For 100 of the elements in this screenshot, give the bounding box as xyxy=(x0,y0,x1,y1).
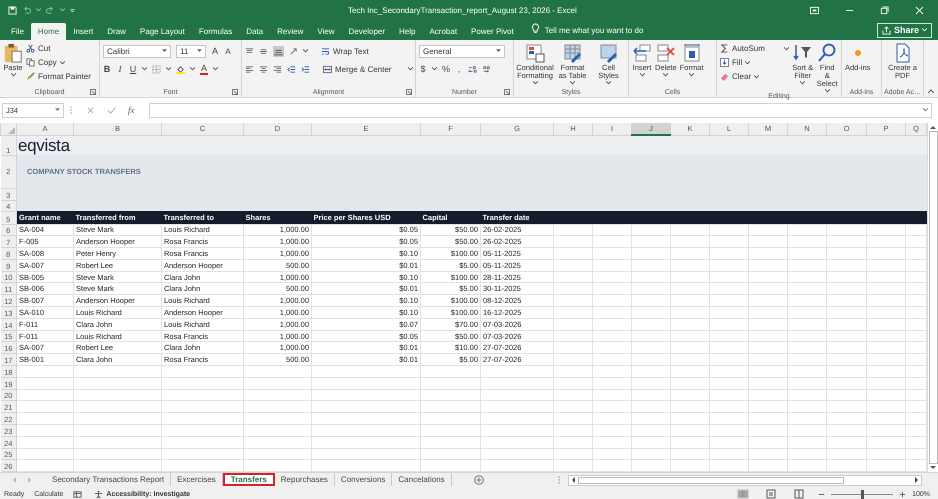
dialog-launcher-icon[interactable] xyxy=(504,89,510,95)
font-color-button[interactable]: A xyxy=(200,64,208,74)
caret-icon[interactable] xyxy=(142,67,147,71)
bold-button[interactable]: B xyxy=(103,64,111,74)
share-button[interactable]: Share xyxy=(876,22,932,38)
ribbon-tab[interactable]: Help xyxy=(392,23,422,40)
ribbon-tab[interactable]: Acrobat xyxy=(422,23,464,40)
ribbon-tab[interactable]: Page Layout xyxy=(132,23,192,40)
align-right-icon[interactable] xyxy=(273,64,282,74)
decrease-indent-icon[interactable] xyxy=(287,64,296,74)
vertical-scrollbar[interactable] xyxy=(927,123,938,472)
underline-button[interactable]: U xyxy=(129,64,137,74)
ribbon-tab[interactable]: Developer xyxy=(342,23,392,40)
wrap-text-button[interactable]: Wrap Text xyxy=(321,46,369,56)
collapse-ribbon-icon[interactable] xyxy=(928,89,934,93)
ribbon-tab[interactable]: Power Pivot xyxy=(464,23,521,40)
restore-icon[interactable] xyxy=(880,6,889,14)
increase-decimal-icon[interactable] xyxy=(468,64,478,74)
normal-view-icon[interactable] xyxy=(737,489,750,499)
ribbon-display-icon[interactable] xyxy=(810,6,819,14)
page-break-icon[interactable] xyxy=(793,489,806,499)
scroll-thumb[interactable] xyxy=(578,476,844,484)
sheet-tab[interactable]: Repurchases xyxy=(274,473,335,486)
font-name-dropdown[interactable]: Calibri xyxy=(103,44,171,58)
ribbon-tab[interactable]: File xyxy=(4,23,31,40)
format-cells-icon xyxy=(682,43,702,63)
ribbon-tab[interactable]: Home xyxy=(30,23,66,40)
caret-icon[interactable] xyxy=(303,49,308,53)
grip-icon[interactable] xyxy=(558,476,560,484)
fill-button[interactable]: Fill xyxy=(720,57,789,68)
ribbon-tab[interactable]: View xyxy=(310,23,342,40)
clear-button[interactable]: Clear xyxy=(720,71,789,82)
merge-center-button[interactable]: Merge & Center xyxy=(323,64,414,74)
percent-button[interactable]: % xyxy=(442,64,450,74)
scroll-down-icon[interactable] xyxy=(930,466,936,470)
format-painter-button[interactable]: Format Painter xyxy=(26,71,91,82)
copy-button[interactable]: Copy xyxy=(26,57,91,68)
sheet-tab[interactable]: Secondary Transactions Report xyxy=(46,473,172,486)
insert-function-button[interactable]: fx xyxy=(128,105,134,115)
close-icon[interactable] xyxy=(915,6,924,14)
expand-icon[interactable] xyxy=(923,108,928,112)
grow-font-button[interactable]: A xyxy=(211,46,219,56)
align-left-icon[interactable] xyxy=(245,64,254,74)
ribbon-tab[interactable]: Draw xyxy=(100,23,133,40)
align-center-icon[interactable] xyxy=(259,64,268,74)
align-top-icon[interactable] xyxy=(245,46,254,56)
number-format-dropdown[interactable]: General xyxy=(419,44,505,58)
redo-icon[interactable] xyxy=(46,6,55,14)
ribbon-tab[interactable]: Insert xyxy=(66,23,100,40)
caret-icon xyxy=(532,81,538,85)
caret-icon[interactable] xyxy=(213,67,218,71)
caret-icon xyxy=(162,49,167,53)
ribbon-tab[interactable]: Formulas xyxy=(192,23,240,40)
page-layout-icon[interactable] xyxy=(765,489,778,499)
align-bottom-icon[interactable] xyxy=(273,46,284,56)
ribbon-tab[interactable]: Data xyxy=(239,23,270,40)
fill-color-icon[interactable] xyxy=(176,64,185,74)
decrease-decimal-icon[interactable] xyxy=(482,64,492,74)
borders-icon[interactable] xyxy=(152,64,161,74)
comma-button[interactable]: , xyxy=(455,64,464,74)
ribbon-tab[interactable]: Review xyxy=(270,23,310,40)
scroll-right-icon[interactable] xyxy=(914,477,919,483)
formula-input[interactable] xyxy=(148,102,932,118)
customize-icon[interactable] xyxy=(70,8,75,12)
caret-icon[interactable] xyxy=(432,67,437,71)
italic-button[interactable]: I xyxy=(116,64,124,74)
font-size-dropdown[interactable]: 11 xyxy=(176,44,206,58)
scroll-up-icon[interactable] xyxy=(930,125,936,129)
logo: eqvista xyxy=(17,136,70,155)
increase-indent-icon[interactable] xyxy=(301,64,310,74)
sheet-tab[interactable]: Transfers xyxy=(222,473,275,486)
align-middle-icon[interactable] xyxy=(259,46,268,56)
caret-icon[interactable] xyxy=(190,67,195,71)
sheet-tab[interactable]: Conversions xyxy=(334,473,392,486)
save-icon[interactable] xyxy=(8,6,17,14)
dialog-launcher-icon[interactable] xyxy=(406,89,412,95)
down-arrow-icon xyxy=(720,58,729,67)
autosum-button[interactable]: AutoSum xyxy=(720,43,789,54)
zoom-in-icon[interactable] xyxy=(899,490,906,498)
scroll-thumb[interactable] xyxy=(928,131,938,464)
currency-button[interactable]: $ xyxy=(419,64,427,74)
search-field[interactable]: Tell me what you want to do xyxy=(544,26,644,34)
dialog-launcher-icon[interactable] xyxy=(90,89,96,95)
sheet-tab[interactable]: Cancelations xyxy=(392,473,452,486)
orientation-icon[interactable] xyxy=(289,46,298,56)
caret-icon[interactable] xyxy=(166,67,171,71)
dialog-launcher-icon[interactable] xyxy=(232,89,238,95)
cut-button[interactable]: Cut xyxy=(26,43,91,54)
undo-icon[interactable] xyxy=(22,6,31,14)
sigma-icon xyxy=(720,44,729,53)
accessibility-icon[interactable] xyxy=(94,490,104,498)
scroll-left-icon[interactable] xyxy=(570,477,575,483)
horizontal-scrollbar[interactable] xyxy=(568,474,922,486)
search-icon xyxy=(817,43,838,63)
shrink-font-button[interactable]: A xyxy=(224,46,232,56)
sheet-icon[interactable] xyxy=(73,490,82,498)
zoom-slider-thumb[interactable] xyxy=(861,490,864,498)
add-sheet-icon[interactable] xyxy=(474,475,484,485)
check-icon[interactable] xyxy=(107,106,116,114)
caret-icon xyxy=(754,74,760,78)
